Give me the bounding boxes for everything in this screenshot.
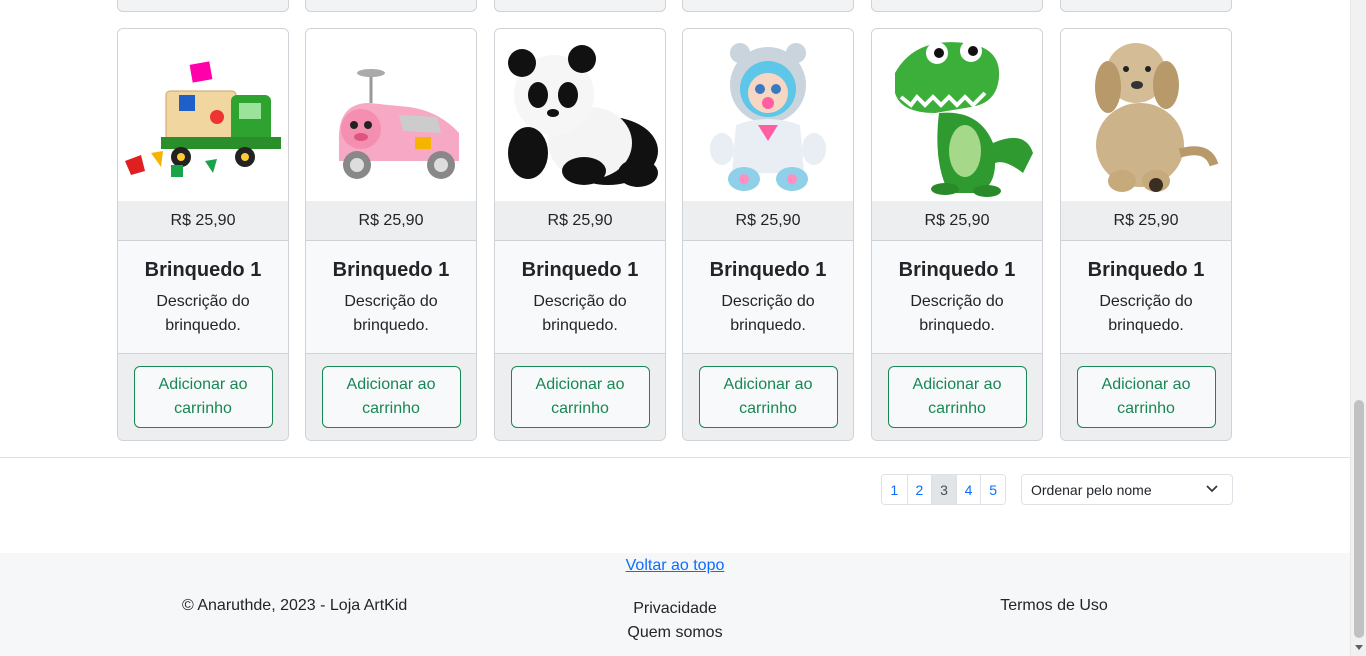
product-description: Descrição do brinquedo.	[910, 293, 1004, 334]
product-card: R$ 25,90 Brinquedo 1 Descrição do brinqu…	[871, 28, 1043, 441]
product-price: R$ 25,90	[118, 201, 288, 241]
product-footer: Adicionar ao carrinho	[495, 354, 665, 440]
add-to-cart-button[interactable]: Adicionar ao carrinho	[510, 366, 650, 428]
page-link-5[interactable]: 5	[980, 475, 1005, 504]
add-to-cart-button[interactable]: Adicionar ao carrinho	[321, 366, 461, 428]
product-body: Brinquedo 1 Descrição do brinquedo.	[495, 241, 665, 354]
product-footer: Adicionar ao carrinho	[1061, 354, 1231, 440]
sort-select[interactable]: Ordenar pelo nome	[1021, 474, 1233, 505]
product-description: Descrição do brinquedo.	[156, 293, 250, 334]
add-to-cart-button[interactable]: Adicionar ao carrinho	[1076, 366, 1216, 428]
product-title: Brinquedo 1	[144, 259, 262, 281]
footer-links-middle: Privacidade Quem somos	[575, 597, 775, 645]
scroll-down-arrow-icon[interactable]	[1355, 644, 1363, 652]
product-image	[683, 29, 853, 201]
product-description: Descrição do brinquedo.	[1099, 293, 1193, 334]
product-title: Brinquedo 1	[332, 259, 450, 281]
product-body: Brinquedo 1 Descrição do brinquedo.	[1061, 241, 1231, 354]
chevron-down-icon	[1206, 485, 1218, 493]
previous-card-stub	[305, 0, 477, 12]
product-image	[1061, 29, 1231, 201]
product-body: Brinquedo 1 Descrição do brinquedo.	[683, 241, 853, 354]
previous-card-stub	[1060, 0, 1232, 12]
product-price: R$ 25,90	[495, 201, 665, 241]
product-footer: Adicionar ao carrinho	[683, 354, 853, 440]
product-price: R$ 25,90	[1061, 201, 1231, 241]
product-title: Brinquedo 1	[521, 259, 639, 281]
product-description: Descrição do brinquedo.	[344, 293, 438, 334]
product-title: Brinquedo 1	[1087, 259, 1205, 281]
privacy-link[interactable]: Privacidade	[575, 597, 775, 621]
previous-card-stub	[494, 0, 666, 12]
product-image	[872, 29, 1042, 201]
product-body: Brinquedo 1 Descrição do brinquedo.	[118, 241, 288, 354]
product-price: R$ 25,90	[872, 201, 1042, 241]
vertical-scrollbar[interactable]	[1350, 0, 1366, 656]
product-image	[306, 29, 476, 201]
sort-select-value: Ordenar pelo nome	[1031, 482, 1152, 498]
product-image	[495, 29, 665, 201]
page: R$ 25,90 Brinquedo 1 Descrição do brinqu…	[0, 0, 1350, 656]
previous-card-stub	[871, 0, 1043, 12]
product-card: R$ 25,90 Brinquedo 1 Descrição do brinqu…	[117, 28, 289, 441]
back-to-top-link[interactable]: Voltar ao topo	[626, 557, 725, 574]
previous-card-stub	[682, 0, 854, 12]
baby-doll-icon	[710, 43, 826, 191]
section-divider	[0, 457, 1350, 458]
add-to-cart-button[interactable]: Adicionar ao carrinho	[887, 366, 1027, 428]
page-link-2[interactable]: 2	[906, 475, 932, 504]
product-footer: Adicionar ao carrinho	[118, 354, 288, 440]
about-link[interactable]: Quem somos	[575, 621, 775, 645]
product-card: R$ 25,90 Brinquedo 1 Descrição do brinqu…	[305, 28, 477, 441]
add-to-cart-button[interactable]: Adicionar ao carrinho	[698, 366, 838, 428]
product-image	[118, 29, 288, 201]
product-body: Brinquedo 1 Descrição do brinquedo.	[306, 241, 476, 354]
page-link-1[interactable]: 1	[882, 475, 907, 504]
product-description: Descrição do brinquedo.	[533, 293, 627, 334]
product-card: R$ 25,90 Brinquedo 1 Descrição do brinqu…	[494, 28, 666, 441]
product-description: Descrição do brinquedo.	[721, 293, 815, 334]
add-to-cart-button[interactable]: Adicionar ao carrinho	[133, 366, 273, 428]
product-body: Brinquedo 1 Descrição do brinquedo.	[872, 241, 1042, 354]
panda-plush-icon	[508, 45, 658, 187]
product-footer: Adicionar ao carrinho	[872, 354, 1042, 440]
green-dinosaur-icon	[895, 40, 1033, 197]
product-price: R$ 25,90	[306, 201, 476, 241]
terms-link[interactable]: Termos de Uso	[954, 597, 1154, 615]
page-link-3-active[interactable]: 3	[931, 475, 956, 504]
pink-ride-on-car-icon	[338, 69, 459, 179]
product-price: R$ 25,90	[683, 201, 853, 241]
product-title: Brinquedo 1	[709, 259, 827, 281]
product-footer: Adicionar ao carrinho	[306, 354, 476, 440]
product-title: Brinquedo 1	[898, 259, 1016, 281]
product-card: R$ 25,90 Brinquedo 1 Descrição do brinqu…	[682, 28, 854, 441]
back-to-top: Voltar ao topo	[0, 557, 1350, 575]
shape-sorter-truck-icon	[125, 61, 281, 177]
previous-card-stub	[117, 0, 289, 12]
copyright-text: © Anaruthde, 2023 - Loja ArtKid	[182, 597, 408, 614]
site-footer: Voltar ao topo © Anaruthde, 2023 - Loja …	[0, 553, 1350, 656]
pagination: 1 2 3 4 5	[881, 474, 1006, 505]
product-card: R$ 25,90 Brinquedo 1 Descrição do brinqu…	[1060, 28, 1232, 441]
scrollbar-thumb[interactable]	[1354, 400, 1364, 638]
page-link-4[interactable]: 4	[955, 475, 981, 504]
dog-plush-icon	[1095, 43, 1219, 192]
